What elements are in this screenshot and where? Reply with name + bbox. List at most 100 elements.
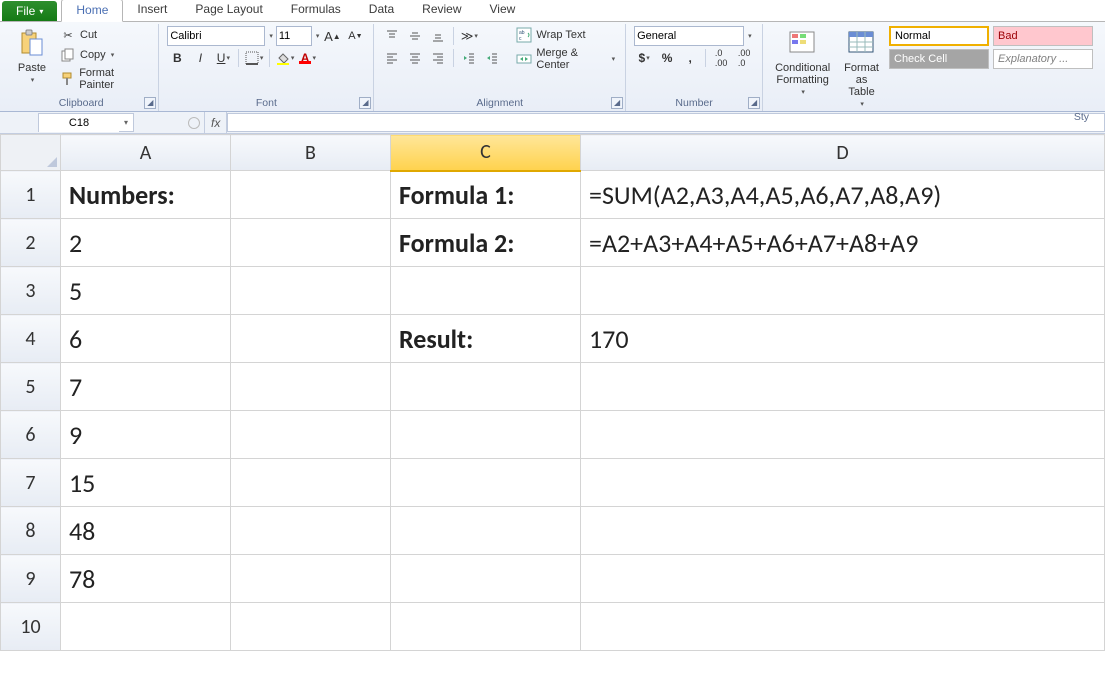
align-right-button[interactable]	[428, 48, 448, 68]
name-box[interactable]	[39, 114, 119, 132]
cell-C1[interactable]: Formula 1:	[391, 171, 581, 219]
row-header-5[interactable]: 5	[1, 363, 61, 411]
cell-D1[interactable]: =SUM(A2,A3,A4,A5,A6,A7,A8,A9)	[581, 171, 1105, 219]
cell-D3[interactable]	[581, 267, 1105, 315]
tab-view[interactable]: View	[476, 0, 530, 21]
chevron-down-icon[interactable]: ▾	[269, 32, 273, 40]
number-format-combo[interactable]	[634, 26, 744, 46]
cell-D7[interactable]	[581, 459, 1105, 507]
row-header-6[interactable]: 6	[1, 411, 61, 459]
align-top-button[interactable]	[382, 26, 402, 46]
increase-indent-button[interactable]	[482, 48, 502, 68]
row-header-7[interactable]: 7	[1, 459, 61, 507]
increase-font-button[interactable]: A▲	[322, 26, 342, 46]
orientation-button[interactable]: ≫▾	[459, 26, 479, 46]
borders-button[interactable]: ▾	[244, 48, 264, 68]
chevron-down-icon[interactable]: ▾	[316, 32, 320, 40]
column-header-B[interactable]: B	[231, 135, 391, 171]
dialog-launcher-number[interactable]: ◢	[748, 97, 760, 109]
row-header-3[interactable]: 3	[1, 267, 61, 315]
dialog-launcher-clipboard[interactable]: ◢	[144, 97, 156, 109]
cell-B1[interactable]	[231, 171, 391, 219]
cell-style-normal[interactable]: Normal	[889, 26, 989, 46]
cell-C6[interactable]	[391, 411, 581, 459]
cell-B4[interactable]	[231, 315, 391, 363]
decrease-font-button[interactable]: A▼	[345, 26, 365, 46]
cell-A3[interactable]: 5	[61, 267, 231, 315]
align-left-button[interactable]	[382, 48, 402, 68]
cell-A1[interactable]: Numbers:	[61, 171, 231, 219]
cell-C3[interactable]	[391, 267, 581, 315]
row-header-10[interactable]: 10	[1, 603, 61, 651]
conditional-formatting-button[interactable]: Conditional Formatting ▾	[771, 26, 834, 98]
tab-insert[interactable]: Insert	[123, 0, 181, 21]
font-name-combo[interactable]	[167, 26, 265, 46]
fill-color-button[interactable]: ▾	[275, 48, 295, 68]
bold-button[interactable]: B	[167, 48, 187, 68]
copy-button[interactable]: Copy ▾	[58, 46, 150, 64]
cell-D2[interactable]: =A2+A3+A4+A5+A6+A7+A8+A9	[581, 219, 1105, 267]
cell-C2[interactable]: Formula 2:	[391, 219, 581, 267]
format-as-table-button[interactable]: Format as Table ▾	[840, 26, 883, 110]
tab-data[interactable]: Data	[355, 0, 408, 21]
align-center-button[interactable]	[405, 48, 425, 68]
tab-home[interactable]: Home	[61, 0, 123, 22]
tab-review[interactable]: Review	[408, 0, 475, 21]
decrease-decimal-button[interactable]: .00.0	[734, 48, 754, 68]
cell-style-bad[interactable]: Bad	[993, 26, 1093, 46]
align-bottom-button[interactable]	[428, 26, 448, 46]
font-color-button[interactable]: A ▾	[298, 48, 318, 68]
percent-button[interactable]: %	[657, 48, 677, 68]
cell-D4[interactable]: 170	[581, 315, 1105, 363]
row-header-2[interactable]: 2	[1, 219, 61, 267]
underline-button[interactable]: U▾	[213, 48, 233, 68]
merge-center-button[interactable]: Merge & Center ▾	[514, 46, 617, 72]
decrease-indent-button[interactable]	[459, 48, 479, 68]
column-header-A[interactable]: A	[61, 135, 231, 171]
cell-C8[interactable]	[391, 507, 581, 555]
align-middle-button[interactable]	[405, 26, 425, 46]
format-painter-button[interactable]: Format Painter	[58, 66, 150, 92]
cell-A9[interactable]: 78	[61, 555, 231, 603]
row-header-8[interactable]: 8	[1, 507, 61, 555]
cell-D6[interactable]	[581, 411, 1105, 459]
cell-C7[interactable]	[391, 459, 581, 507]
wrap-text-button[interactable]: abc Wrap Text	[514, 26, 617, 44]
cell-B6[interactable]	[231, 411, 391, 459]
cell-B10[interactable]	[231, 603, 391, 651]
cell-B7[interactable]	[231, 459, 391, 507]
cell-C10[interactable]	[391, 603, 581, 651]
paste-button[interactable]: Paste ▾	[12, 26, 52, 86]
cell-B8[interactable]	[231, 507, 391, 555]
increase-decimal-button[interactable]: .0.00	[711, 48, 731, 68]
cell-B3[interactable]	[231, 267, 391, 315]
column-header-D[interactable]: D	[581, 135, 1105, 171]
currency-button[interactable]: $▾	[634, 48, 654, 68]
cell-A6[interactable]: 9	[61, 411, 231, 459]
fx-button[interactable]: fx	[204, 112, 227, 133]
cell-C4[interactable]: Result:	[391, 315, 581, 363]
cell-D9[interactable]	[581, 555, 1105, 603]
cell-style-check[interactable]: Check Cell	[889, 49, 989, 69]
cell-B5[interactable]	[231, 363, 391, 411]
column-header-C[interactable]: C	[391, 135, 581, 171]
cell-D5[interactable]	[581, 363, 1105, 411]
dialog-launcher-font[interactable]: ◢	[359, 97, 371, 109]
cell-D8[interactable]	[581, 507, 1105, 555]
italic-button[interactable]: I	[190, 48, 210, 68]
cell-D10[interactable]	[581, 603, 1105, 651]
row-header-4[interactable]: 4	[1, 315, 61, 363]
cell-A4[interactable]: 6	[61, 315, 231, 363]
comma-button[interactable]: ,	[680, 48, 700, 68]
cell-C9[interactable]	[391, 555, 581, 603]
chevron-down-icon[interactable]: ▾	[119, 118, 133, 127]
cell-A5[interactable]: 7	[61, 363, 231, 411]
row-header-1[interactable]: 1	[1, 171, 61, 219]
cell-C5[interactable]	[391, 363, 581, 411]
file-tab[interactable]: File ▾	[2, 1, 57, 21]
dialog-launcher-alignment[interactable]: ◢	[611, 97, 623, 109]
cell-A7[interactable]: 15	[61, 459, 231, 507]
chevron-down-icon[interactable]: ▾	[748, 32, 752, 40]
select-all-corner[interactable]	[1, 135, 61, 171]
cell-A2[interactable]: 2	[61, 219, 231, 267]
